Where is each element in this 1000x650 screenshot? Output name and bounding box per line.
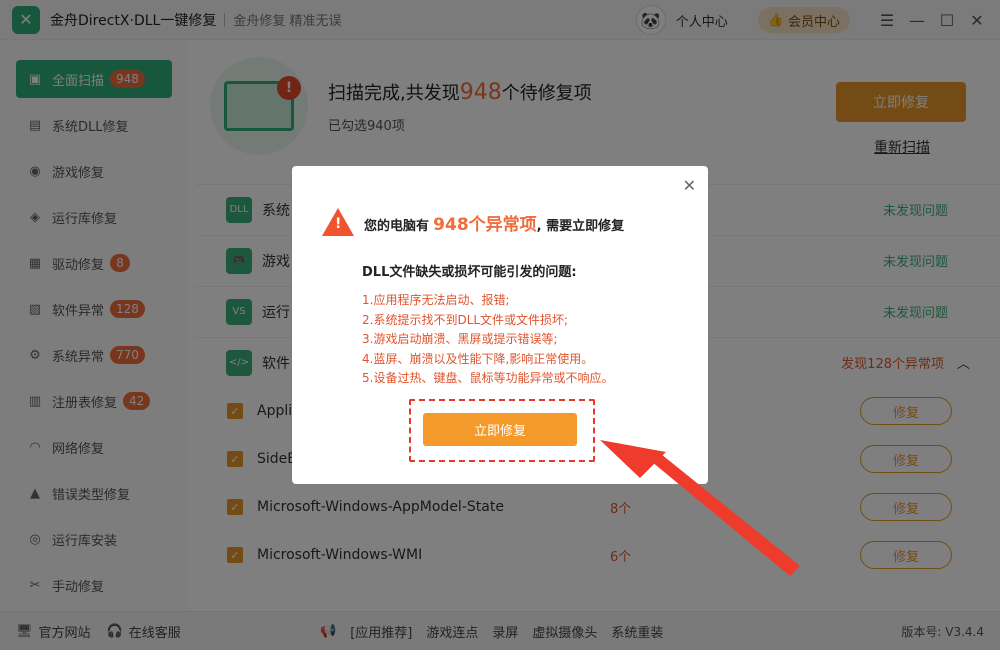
headline-suffix: , 需要立即修复 [536,218,625,234]
problem-item: 5.设备过热、键盘、鼠标等功能异常或不响应。 [362,371,614,385]
dialog-headline: ! 您的电脑有 948个异常项, 需要立即修复 [322,208,624,236]
problem-title: DLL文件缺失或损坏可能引发的问题: [362,265,577,280]
close-icon[interactable]: ✕ [683,176,696,195]
headline-prefix: 您的电脑有 [364,218,430,234]
problem-item: 1.应用程序无法启动、报错; [362,293,510,307]
dialog-fix-button[interactable]: 立即修复 [423,413,577,446]
dialog-headline-text: 您的电脑有 948个异常项, 需要立即修复 [364,210,624,235]
problem-item: 4.蓝屏、崩溃以及性能下降,影响正常使用。 [362,351,594,366]
problem-item: 2.系统提示找不到DLL文件或文件损坏; [362,312,569,327]
problem-item: 3.游戏启动崩溃、黑屏或提示错误等; [362,332,558,346]
warning-dialog: ✕ ! 您的电脑有 948个异常项, 需要立即修复 DLL文件缺失或损坏可能引发… [292,166,708,484]
warning-icon: ! [322,208,354,236]
headline-count: 948个异常项 [433,214,537,235]
problem-list: 1.应用程序无法启动、报错; 2.系统提示找不到DLL文件或文件损坏; 3.游戏启动… [362,291,613,389]
